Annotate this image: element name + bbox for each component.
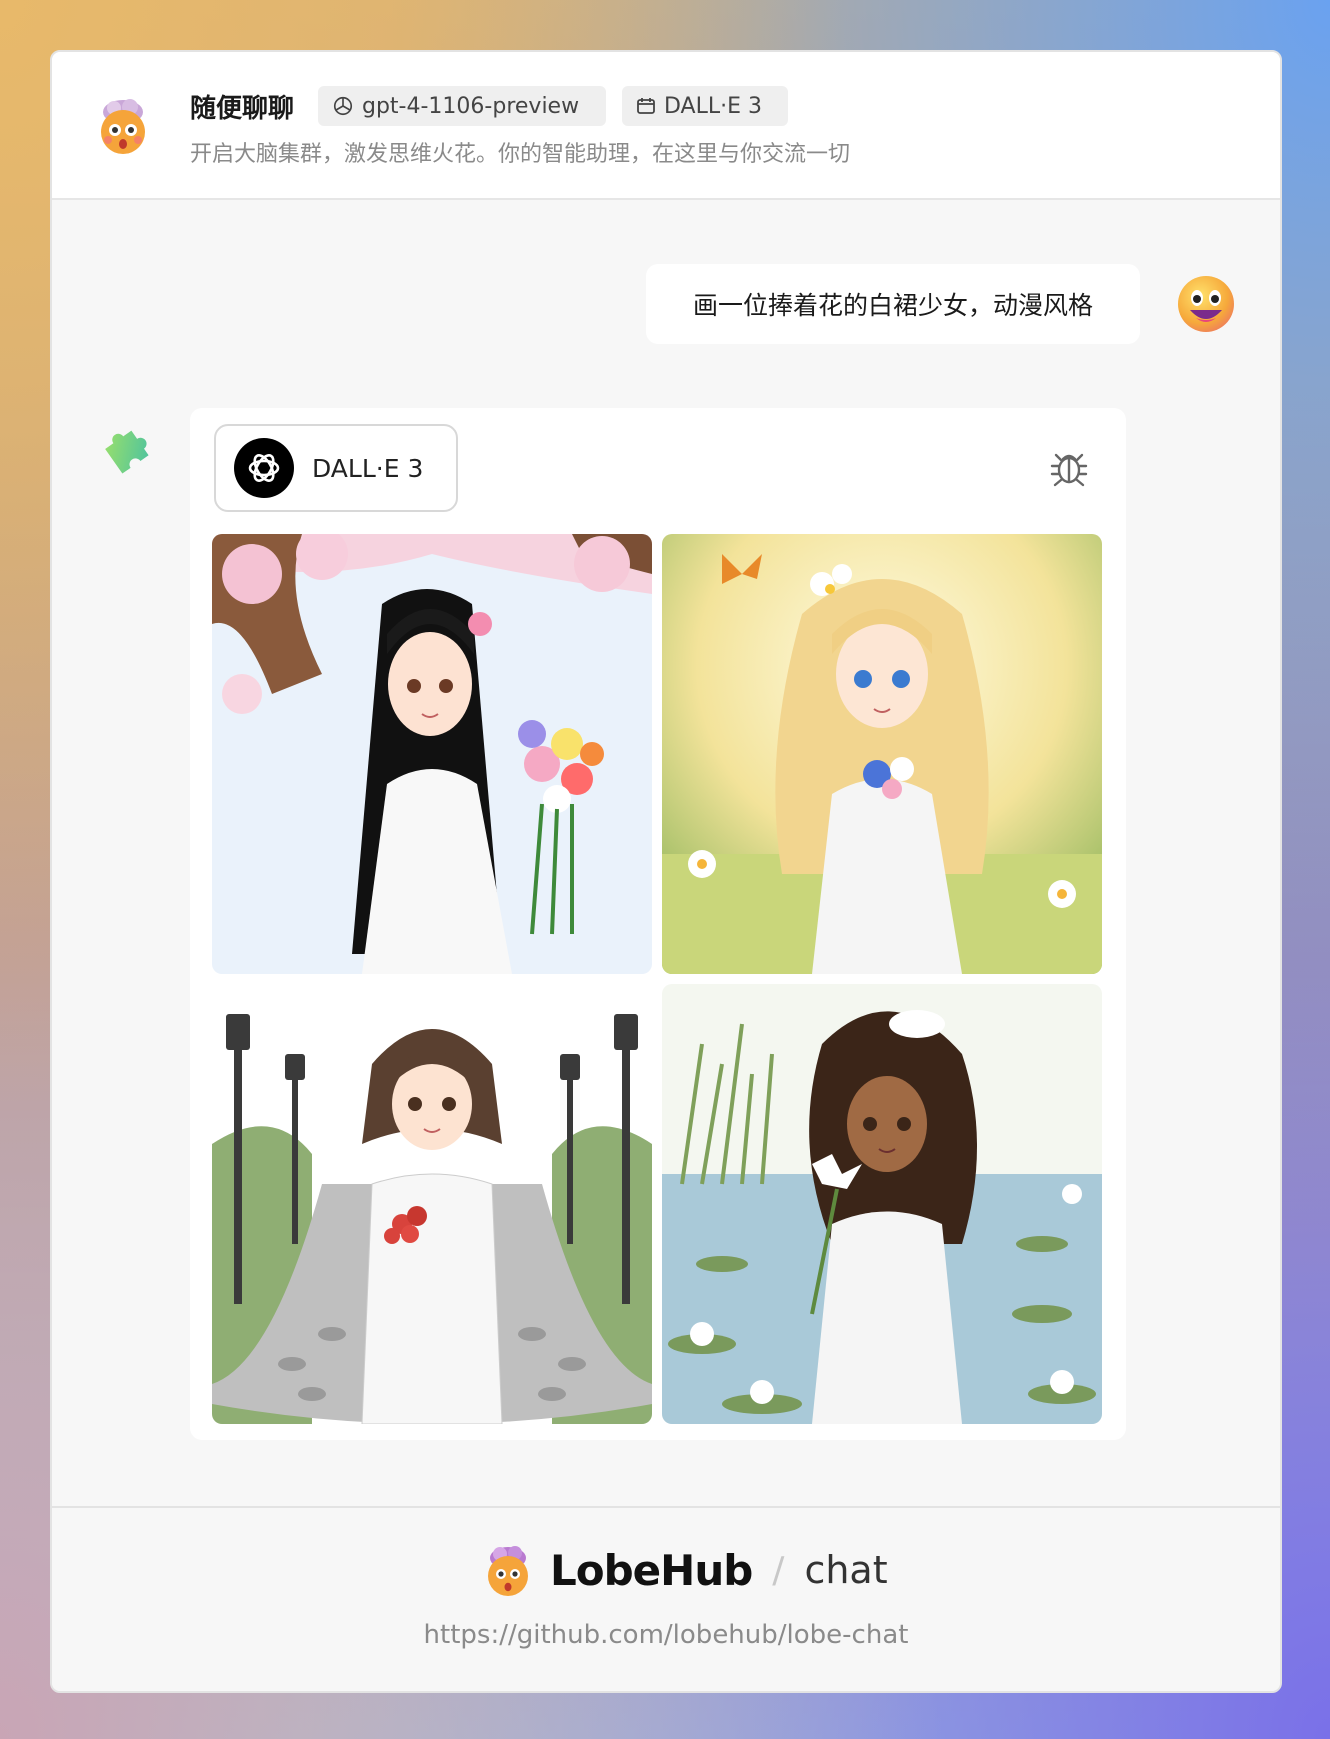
brand-name: LobeHub <box>550 1545 753 1595</box>
model-tag[interactable]: gpt-4-1106-preview <box>318 86 606 126</box>
anime-girl-short-hair-park-roses-image <box>212 984 652 1424</box>
brand-lockup: LobeHub / chat <box>480 1542 888 1598</box>
repo-link[interactable]: https://github.com/lobehub/lobe-chat <box>52 1620 1280 1650</box>
plugin-window-icon <box>637 98 655 114</box>
chat-header: 随便聊聊 gpt-4-1106-preview DALL·E 3 开启大脑集群，… <box>52 52 1280 200</box>
generated-images-grid <box>212 534 1104 1424</box>
mind-blown-avatar-icon <box>101 99 145 154</box>
user-message-bubble: 画一位捧着花的白裙少女，动漫风格 <box>646 264 1140 344</box>
assistant-reply-card: DALL·E 3 <box>190 408 1126 1440</box>
plugin-badge[interactable]: DALL·E 3 <box>214 424 458 512</box>
generated-image-1[interactable] <box>212 534 652 974</box>
generated-image-4[interactable] <box>662 984 1102 1424</box>
openai-icon <box>333 96 353 116</box>
brand-separator: / <box>772 1549 785 1591</box>
grinning-face-avatar-icon <box>1178 276 1234 332</box>
brand-product: chat <box>804 1548 888 1592</box>
puzzle-piece-avatar-icon <box>105 430 149 474</box>
model-tag-label: gpt-4-1106-preview <box>362 93 580 119</box>
anime-girl-blonde-field-butterflies-image <box>662 534 1102 974</box>
lobehub-logo-icon <box>488 1546 528 1596</box>
plugin-badge-label: DALL·E 3 <box>312 453 424 483</box>
openai-logo-icon <box>234 438 294 498</box>
debug-bug-icon[interactable] <box>1048 446 1090 488</box>
anime-girl-curly-hair-pond-lily-image <box>662 984 1102 1424</box>
generated-image-3[interactable] <box>212 984 652 1424</box>
chat-title: 随便聊聊 <box>190 94 295 124</box>
chat-share-card: 随便聊聊 gpt-4-1106-preview DALL·E 3 开启大脑集群，… <box>50 50 1282 1693</box>
anime-girl-black-hair-cherry-blossom-image <box>212 534 652 974</box>
plugin-tag-label: DALL·E 3 <box>664 93 763 119</box>
share-footer: LobeHub / chat https://github.com/lobehu… <box>52 1506 1280 1691</box>
plugin-tag[interactable]: DALL·E 3 <box>622 86 788 126</box>
generated-image-2[interactable] <box>662 534 1102 974</box>
chat-description: 开启大脑集群，激发思维火花。你的智能助理，在这里与你交流一切 <box>190 142 851 167</box>
